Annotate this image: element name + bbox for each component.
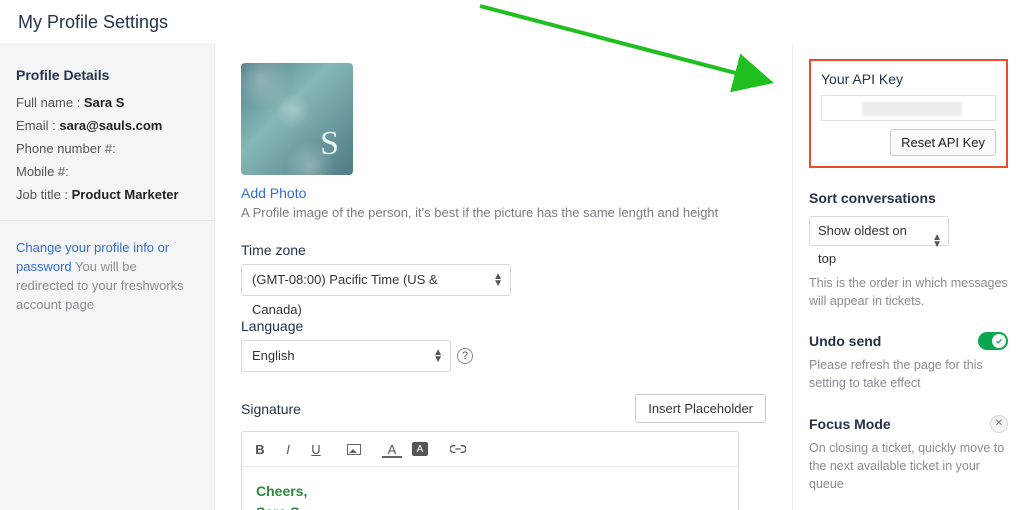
link-button[interactable] (444, 436, 472, 462)
sort-desc: This is the order in which messages will… (809, 274, 1008, 310)
job-label: Job title : (16, 187, 72, 202)
detail-job: Job title : Product Marketer (16, 187, 198, 202)
timezone-select-wrap: (GMT-08:00) Pacific Time (US & Canada) ▲… (241, 264, 511, 296)
email-label: Email : (16, 118, 59, 133)
link-icon (450, 445, 466, 453)
undo-desc: Please refresh the page for this setting… (809, 356, 1008, 392)
image-button[interactable] (340, 436, 368, 462)
api-key-field[interactable] (821, 95, 996, 121)
email-value: sara@sauls.com (59, 118, 162, 133)
avatar-initial: S (320, 125, 339, 163)
text-bg-icon: A (412, 442, 428, 456)
signature-editor: B I U A A Cheers, Sara S Product Markete… (241, 431, 739, 510)
sort-heading: Sort conversations (809, 190, 1008, 206)
focus-section: Focus Mode ✕ On closing a ticket, quickl… (809, 415, 1008, 493)
sidebar-heading: Profile Details (16, 67, 198, 83)
bold-button[interactable]: B (246, 436, 274, 462)
language-label: Language (241, 318, 766, 334)
sidebar-divider (0, 220, 214, 221)
check-icon (995, 337, 1003, 345)
main: S Add Photo A Profile image of the perso… (215, 43, 792, 510)
insert-placeholder-button[interactable]: Insert Placeholder (635, 394, 766, 423)
sig-line2: Sara S (256, 502, 724, 510)
change-profile-block: Change your profile info or password You… (16, 239, 198, 314)
avatar[interactable]: S (241, 63, 353, 175)
italic-button[interactable]: I (274, 436, 302, 462)
api-key-box: Your API Key Reset API Key (809, 59, 1008, 168)
detail-phone: Phone number #: (16, 141, 198, 156)
sig-line1: Cheers, (256, 481, 724, 502)
reset-api-key-button[interactable]: Reset API Key (890, 129, 996, 156)
focus-heading: Focus Mode (809, 416, 891, 432)
timezone-select[interactable]: (GMT-08:00) Pacific Time (US & Canada) (241, 264, 511, 296)
help-icon[interactable]: ? (457, 348, 473, 364)
detail-email: Email : sara@sauls.com (16, 118, 198, 133)
photo-hint: A Profile image of the person, it's best… (241, 205, 766, 220)
image-icon (347, 444, 361, 455)
fullname-value: Sara S (84, 95, 124, 110)
job-value: Product Marketer (72, 187, 179, 202)
focus-desc: On closing a ticket, quickly move to the… (809, 439, 1008, 493)
page-title: My Profile Settings (0, 0, 1024, 43)
signature-body[interactable]: Cheers, Sara S Product Marketer, Sauls I… (242, 467, 738, 510)
language-row: English ▲▼ ? (241, 340, 766, 372)
undo-section: Undo send Please refresh the page for th… (809, 332, 1008, 392)
x-icon: ✕ (995, 418, 1003, 429)
toggle-knob (992, 334, 1006, 348)
signature-label: Signature (241, 401, 301, 417)
timezone-label: Time zone (241, 242, 766, 258)
undo-heading: Undo send (809, 333, 881, 349)
sort-section: Sort conversations Show oldest on top ▲▼… (809, 190, 1008, 310)
detail-mobile: Mobile #: (16, 164, 198, 179)
underline-button[interactable]: U (302, 436, 330, 462)
sidebar: Profile Details Full name : Sara S Email… (0, 43, 215, 510)
fullname-label: Full name : (16, 95, 84, 110)
language-select-wrap: English ▲▼ (241, 340, 451, 372)
text-bg-button[interactable]: A (406, 436, 434, 462)
layout: Profile Details Full name : Sara S Email… (0, 43, 1024, 510)
signature-header: Signature Insert Placeholder (241, 394, 766, 423)
undo-send-toggle[interactable] (978, 332, 1008, 350)
signature-toolbar: B I U A A (242, 432, 738, 467)
api-key-heading: Your API Key (821, 71, 996, 87)
text-color-button[interactable]: A (378, 436, 406, 462)
add-photo-link[interactable]: Add Photo (241, 185, 306, 201)
right-panel: Your API Key Reset API Key Sort conversa… (792, 43, 1024, 510)
focus-mode-button[interactable]: ✕ (990, 415, 1008, 433)
detail-fullname: Full name : Sara S (16, 95, 198, 110)
language-select[interactable]: English (241, 340, 451, 372)
sort-select[interactable]: Show oldest on top (809, 216, 949, 246)
